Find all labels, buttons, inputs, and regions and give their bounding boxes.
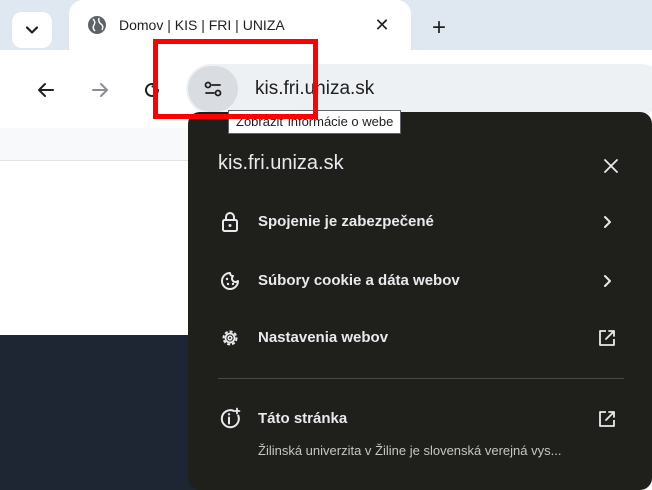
new-tab-button[interactable]: + [425, 14, 453, 42]
close-icon [604, 159, 618, 173]
info-sparkle-icon [218, 407, 242, 431]
lock-icon [218, 210, 242, 234]
row-label: Spojenie je zabezpečené [258, 213, 434, 230]
cookies-row[interactable]: Súbory cookie a dáta webov [188, 253, 652, 309]
page-dark-section [0, 335, 200, 490]
popup-title: kis.fri.uniza.sk [218, 152, 344, 174]
this-page-description: Žilinská univerzita v Žiline je slovensk… [258, 443, 562, 458]
popup-close-button[interactable] [595, 150, 627, 182]
arrow-right-icon [92, 83, 108, 97]
row-label: Súbory cookie a dáta webov [258, 272, 460, 289]
chevron-right-icon [595, 210, 619, 234]
gear-icon [218, 326, 242, 350]
highlight-box [153, 39, 318, 119]
popup-divider [218, 378, 624, 379]
connection-secure-row[interactable]: Spojenie je zabezpečené [188, 194, 652, 250]
this-page-row[interactable]: Táto stránka [188, 391, 652, 447]
site-settings-row[interactable]: Nastavenia webov [188, 310, 652, 366]
tab-close-button[interactable]: ✕ [369, 12, 395, 38]
row-label: Táto stránka [258, 410, 348, 427]
chevron-right-icon [595, 269, 619, 293]
open-external-icon [595, 326, 619, 350]
arrow-left-icon [38, 83, 54, 97]
back-button[interactable] [30, 74, 62, 106]
globe-icon [88, 16, 106, 34]
open-external-icon [595, 407, 619, 431]
tab-strip: Domov | KIS | FRI | UNIZA ✕ + [0, 0, 652, 50]
tab-search-button[interactable] [12, 12, 52, 48]
tab-title: Domov | KIS | FRI | UNIZA [119, 17, 285, 33]
chevron-down-icon [25, 26, 39, 34]
cookie-icon [218, 269, 242, 293]
row-label: Nastavenia webov [258, 329, 389, 346]
forward-button[interactable] [84, 74, 116, 106]
site-info-popup: kis.fri.uniza.sk Spojenie je zabezpečené… [188, 112, 652, 490]
